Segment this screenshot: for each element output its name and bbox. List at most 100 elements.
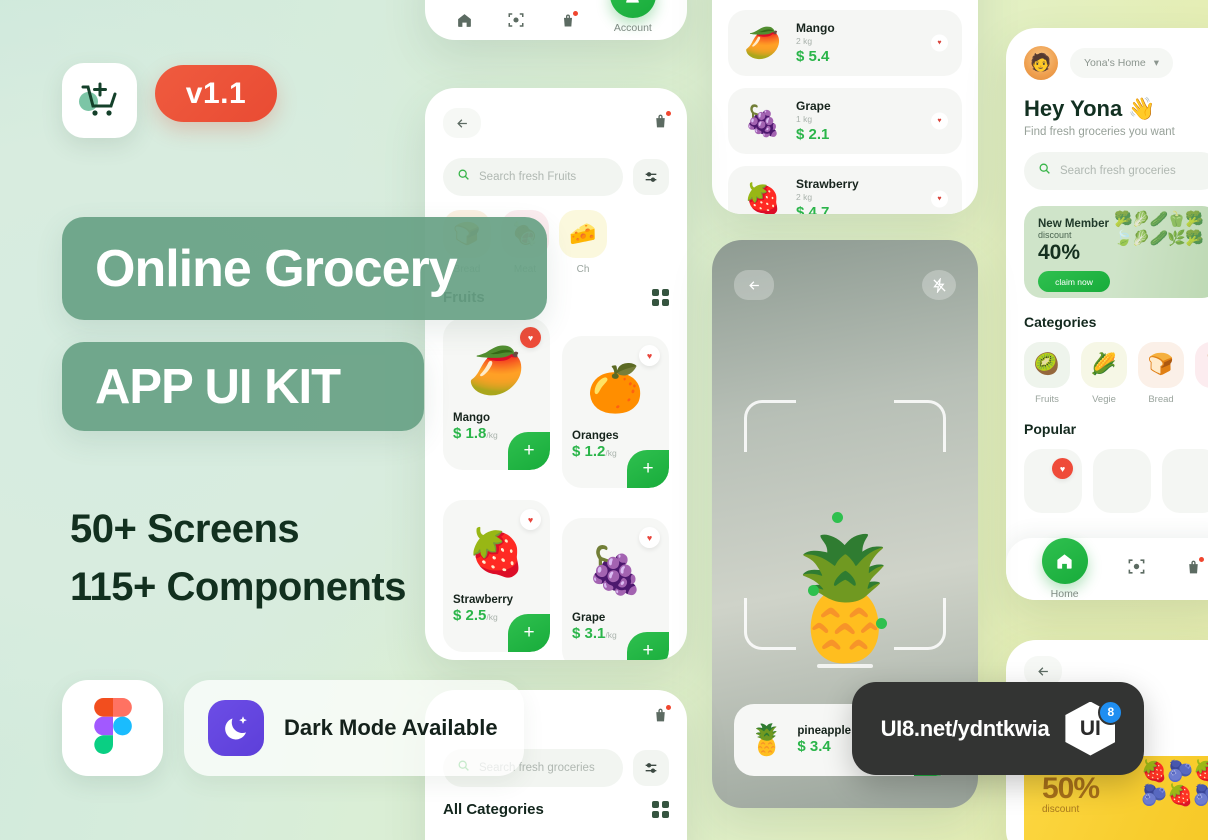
- notification-dot: [1199, 556, 1205, 562]
- category-list: 🥝 Fruits 🌽 Vegie 🍞 Bread 🍖: [1006, 330, 1208, 405]
- shopping-cart-plus-icon: [78, 80, 122, 122]
- promo-title: New Member: [1038, 218, 1109, 230]
- add-to-cart-button[interactable]: +: [508, 614, 550, 652]
- avatar[interactable]: 🧑: [1024, 46, 1058, 80]
- nav-item-bag[interactable]: [560, 11, 578, 34]
- filter-sliders-icon[interactable]: [633, 750, 669, 786]
- search-placeholder: Search fresh Fruits: [479, 171, 577, 183]
- product-card[interactable]: ♥ 🍓 Strawberry $ 2.5/kg +: [443, 500, 550, 652]
- favorite-heart-icon[interactable]: ♥: [639, 527, 660, 548]
- person-icon: [609, 0, 656, 18]
- add-to-cart-button[interactable]: +: [627, 632, 669, 660]
- search-icon: [457, 168, 470, 186]
- bag-icon[interactable]: [652, 110, 671, 135]
- back-button[interactable]: [734, 270, 774, 300]
- nav-item-scan[interactable]: [1127, 557, 1146, 581]
- sheet-drag-handle[interactable]: [817, 664, 873, 668]
- grid-view-icon[interactable]: [652, 289, 669, 306]
- viewfinder-corner: [894, 400, 946, 452]
- cheese-icon: 🧀: [559, 210, 607, 258]
- notification-dot: [666, 705, 671, 710]
- favorite-heart-icon[interactable]: ♥: [931, 190, 948, 208]
- price-unit: /kg: [486, 612, 498, 622]
- product-name: pineapple: [797, 725, 852, 737]
- favorite-heart-icon[interactable]: ♥: [931, 34, 948, 52]
- product-name: Strawberry: [796, 177, 859, 191]
- back-button[interactable]: [443, 108, 481, 138]
- flash-off-icon[interactable]: [922, 270, 956, 300]
- nav-item-bag[interactable]: [1185, 556, 1205, 581]
- category-item-more[interactable]: 🍖: [1195, 342, 1208, 405]
- bag-icon[interactable]: [652, 705, 671, 729]
- promo-poster: Account 🥭 Mango 2 kg $ 5.4 ♥ 🍇 Grape 1 k…: [0, 0, 1208, 840]
- bottom-nav-bar: Account: [425, 0, 687, 34]
- bag-icon: [1185, 556, 1205, 581]
- greeting-title: Hey Yona 👋: [1024, 96, 1156, 121]
- nav-item-home[interactable]: Home: [1041, 538, 1088, 600]
- filter-sliders-icon[interactable]: [633, 159, 669, 195]
- chip-cheese[interactable]: 🧀 Ch: [559, 210, 607, 275]
- product-qty: 2 kg: [796, 192, 813, 202]
- bag-icon: [560, 11, 578, 34]
- fruits-screen: Search fresh Fruits 🍞 Bread 🍖 Meat 🧀 Ch …: [425, 88, 687, 660]
- category-item-fruits[interactable]: 🥝 Fruits: [1024, 342, 1070, 405]
- category-label: Vegie: [1092, 394, 1116, 405]
- stat-components: 115+ Components: [70, 565, 406, 609]
- popular-card[interactable]: ♥: [1024, 449, 1082, 513]
- popular-title: Popular: [1024, 421, 1077, 437]
- dark-mode-label: Dark Mode Available: [284, 715, 498, 740]
- add-to-cart-button[interactable]: +: [508, 432, 550, 470]
- section-title: All Categories: [443, 801, 544, 818]
- product-card[interactable]: ♥ 🍊 Oranges $ 1.2/kg +: [562, 336, 669, 488]
- location-selector[interactable]: Yona's Home ▾: [1070, 48, 1174, 78]
- home-screen: 🧑 Yona's Home ▾ Hey Yona 👋 Find fresh gr…: [1006, 28, 1208, 600]
- nav-item-scan[interactable]: [507, 11, 525, 34]
- all-categories-header: All Categories: [425, 787, 687, 818]
- product-name: Mango: [453, 412, 491, 424]
- product-qty: 2 kg: [796, 36, 813, 46]
- product-name: Grape: [796, 99, 831, 113]
- favorite-heart-icon[interactable]: ♥: [639, 345, 660, 366]
- search-input[interactable]: Search fresh Fruits: [443, 158, 623, 196]
- product-card[interactable]: ♥ 🥭 Mango $ 1.8/kg +: [443, 318, 550, 470]
- fruits-icon: 🥝: [1024, 342, 1070, 388]
- favorite-heart-icon[interactable]: ♥: [931, 112, 948, 130]
- greeting-subtitle: Find fresh groceries you want: [1024, 126, 1175, 138]
- notification-dot: [572, 11, 578, 16]
- add-to-cart-button[interactable]: +: [627, 450, 669, 488]
- grid-view-icon[interactable]: [652, 801, 669, 818]
- cart-row[interactable]: 🍇 Grape 1 kg $ 2.1 ♥: [728, 88, 962, 154]
- nav-item-account[interactable]: Account: [609, 0, 656, 34]
- berries-decoration: 🍓🫐🍓🫐🍓🫐: [1140, 760, 1208, 807]
- popular-list: ♥: [1006, 437, 1208, 513]
- promo-banner[interactable]: 🥦🥬🥒🫑🥦🍃🥬🥒🌿🥦 New Member discount 40% claim…: [1024, 206, 1208, 298]
- product-name: Oranges: [572, 430, 619, 442]
- nav-item-home[interactable]: [456, 12, 473, 34]
- cart-row[interactable]: 🍓 Strawberry 2 kg $ 4.7 ♥: [728, 166, 962, 214]
- product-card[interactable]: ♥ 🍇 Grape $ 3.1/kg +: [562, 518, 669, 660]
- product-image: 🍓: [744, 182, 782, 215]
- category-label: Fruits: [1035, 394, 1059, 405]
- detection-dot: [832, 512, 843, 523]
- favorite-heart-icon[interactable]: ♥: [1052, 458, 1073, 479]
- popular-card[interactable]: [1162, 449, 1208, 513]
- category-item-vegie[interactable]: 🌽 Vegie: [1081, 342, 1127, 405]
- claim-now-button[interactable]: claim now: [1038, 271, 1110, 292]
- price-value: $ 1.8: [453, 425, 487, 442]
- product-image: 🍇: [744, 104, 782, 138]
- category-item-bread[interactable]: 🍞 Bread: [1138, 342, 1184, 405]
- figma-logo-icon: [93, 697, 132, 759]
- app-logo: [62, 63, 137, 138]
- fruits-header: [425, 88, 687, 138]
- scanned-subject-image: 🍍: [771, 533, 919, 665]
- search-input[interactable]: Search fresh groceries: [1024, 152, 1208, 190]
- favorite-heart-icon[interactable]: ♥: [520, 327, 541, 348]
- search-placeholder: Search fresh groceries: [1060, 165, 1176, 177]
- watermark-badge[interactable]: UI8.net/ydntkwia UI 8: [852, 682, 1144, 775]
- price-value: $ 2.5: [453, 607, 487, 624]
- product-grid: ♥ 🥭 Mango $ 1.8/kg + ♥ 🍊 Oranges $ 1.2/k…: [425, 306, 687, 660]
- favorite-heart-icon[interactable]: ♥: [520, 509, 541, 530]
- popular-card[interactable]: [1093, 449, 1151, 513]
- cart-row[interactable]: 🥭 Mango 2 kg $ 5.4 ♥: [728, 10, 962, 76]
- notification-dot: [666, 110, 671, 116]
